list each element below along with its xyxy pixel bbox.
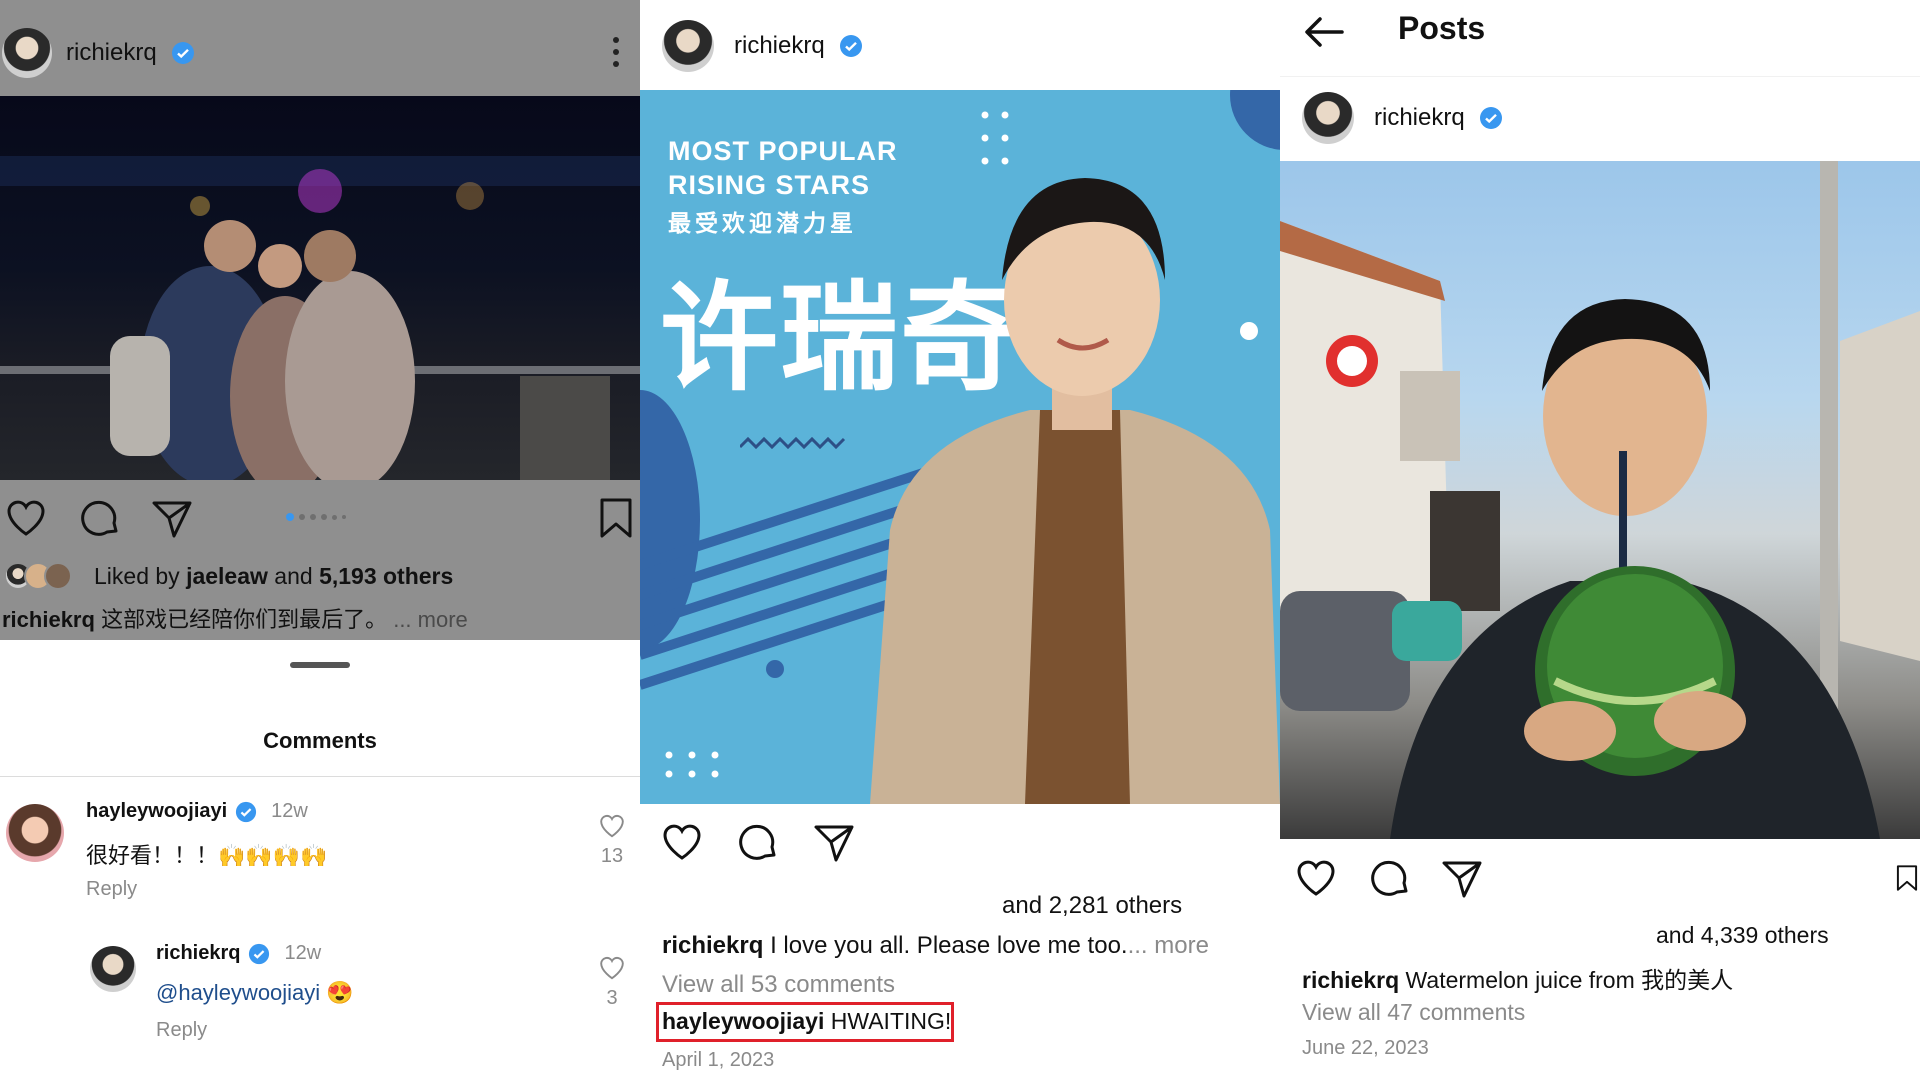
mention-link[interactable]: @hayleywoojiayi — [156, 980, 320, 1005]
post-panel-3: Posts richiekrq and 4,339 others richiek… — [1280, 0, 1920, 1080]
likes-count[interactable]: and 2,281 others — [1002, 892, 1182, 920]
post-header[interactable]: richiekrq — [662, 20, 863, 72]
avatar[interactable] — [662, 20, 714, 72]
clapping-hands-emoji: 🙌🙌🙌🙌 — [218, 843, 328, 868]
post-image-award-poster[interactable]: MOST POPULAR RISING STARS 最受欢迎潜力星 许瑞奇 — [640, 90, 1280, 804]
view-all-comments-link[interactable]: View all 53 comments — [662, 971, 895, 999]
verified-badge-icon — [1479, 107, 1502, 129]
like-heart-icon[interactable] — [4, 496, 48, 540]
comment-username[interactable]: hayleywoojiayi — [86, 800, 227, 823]
avatar[interactable] — [90, 946, 136, 992]
page-title: Posts — [1398, 10, 1486, 46]
carousel-indicator — [286, 513, 346, 521]
dots-decoration — [665, 751, 719, 778]
post-panel-2: richiekrq MOST POPULAR RISING STARS 最受欢迎… — [640, 0, 1280, 1080]
post-panel-1: richiekrq Liked by jaeleaw and 5,193 oth… — [0, 0, 640, 1080]
save-bookmark-icon[interactable] — [1894, 856, 1920, 900]
post-date: April 1, 2023 — [662, 1049, 775, 1071]
caption: richiekrq I love you all. Please love me… — [662, 932, 1209, 959]
divider — [0, 776, 640, 777]
share-paper-plane-icon[interactable] — [812, 820, 856, 864]
post-image-watermelon-street[interactable] — [1280, 161, 1920, 839]
like-heart-icon[interactable] — [660, 820, 704, 864]
view-all-comments-link[interactable]: View all 47 comments — [1302, 999, 1525, 1026]
highlighted-comment: hayleywoojiayi HWAITING! — [662, 1008, 952, 1034]
username[interactable]: richiekrq — [66, 39, 157, 67]
verified-badge-icon — [171, 42, 194, 64]
username[interactable]: richiekrq — [1374, 104, 1465, 132]
save-bookmark-icon[interactable] — [596, 496, 636, 540]
caption: richiekrq Watermelon juice from 我的美人 — [1302, 967, 1734, 993]
poster-subheadline: 最受欢迎潜力星 — [668, 210, 857, 236]
comment-header: richiekrq 12w — [156, 942, 321, 965]
comment-bubble-icon[interactable] — [78, 496, 122, 540]
post-date: June 22, 2023 — [1302, 1037, 1429, 1059]
more-options-icon[interactable] — [606, 32, 626, 72]
verified-badge-icon — [249, 943, 270, 964]
share-paper-plane-icon[interactable] — [150, 496, 194, 540]
comment-text: 很好看！！！🙌🙌🙌🙌 — [86, 843, 328, 868]
verified-badge-icon — [236, 801, 257, 822]
caption: richiekrq 这部戏已经陪你们到最后了。 ... more — [2, 607, 468, 632]
comment-text: @hayleywoojiayi 😍 — [156, 980, 354, 1006]
comment-timestamp: 12w — [284, 942, 322, 964]
comment-like-count: 3 — [606, 987, 618, 1009]
comments-sheet-title: Comments — [263, 728, 377, 753]
post-header[interactable]: richiekrq — [1302, 92, 1503, 144]
portrait-figure — [870, 178, 1280, 804]
comment-like-heart-icon[interactable] — [598, 812, 626, 840]
sheet-drag-handle[interactable] — [290, 662, 350, 668]
avatar[interactable] — [1302, 92, 1354, 144]
liked-by-avatars[interactable] — [4, 562, 72, 590]
comment-like-heart-icon[interactable] — [598, 954, 626, 982]
comment-timestamp: 12w — [271, 800, 308, 822]
caption-more-link[interactable]: ... more — [1128, 932, 1209, 959]
verified-badge-icon — [839, 35, 862, 57]
liked-by-line[interactable]: Liked by jaeleaw and 5,193 others — [94, 563, 453, 590]
post-header[interactable]: richiekrq — [2, 28, 195, 78]
comment-header: hayleywoojiayi 12w — [86, 800, 308, 823]
avatar[interactable] — [2, 28, 52, 78]
comment-bubble-icon[interactable] — [1368, 856, 1412, 900]
reply-button[interactable]: Reply — [156, 1019, 207, 1042]
post-image-night-embrace[interactable] — [0, 96, 640, 496]
avatar[interactable] — [6, 804, 64, 862]
heart-eyes-emoji: 😍 — [326, 980, 354, 1005]
back-arrow-icon[interactable] — [1302, 12, 1346, 52]
caption-more-link[interactable]: ... more — [393, 607, 468, 632]
comment-username[interactable]: richiekrq — [156, 942, 240, 965]
share-paper-plane-icon[interactable] — [1440, 856, 1484, 900]
comment-bubble-icon[interactable] — [736, 820, 780, 864]
username[interactable]: richiekrq — [734, 32, 825, 60]
like-heart-icon[interactable] — [1294, 856, 1338, 900]
likes-count[interactable]: and 4,339 others — [1656, 922, 1829, 949]
reply-button[interactable]: Reply — [86, 878, 137, 901]
comment-like-count: 13 — [600, 845, 624, 867]
